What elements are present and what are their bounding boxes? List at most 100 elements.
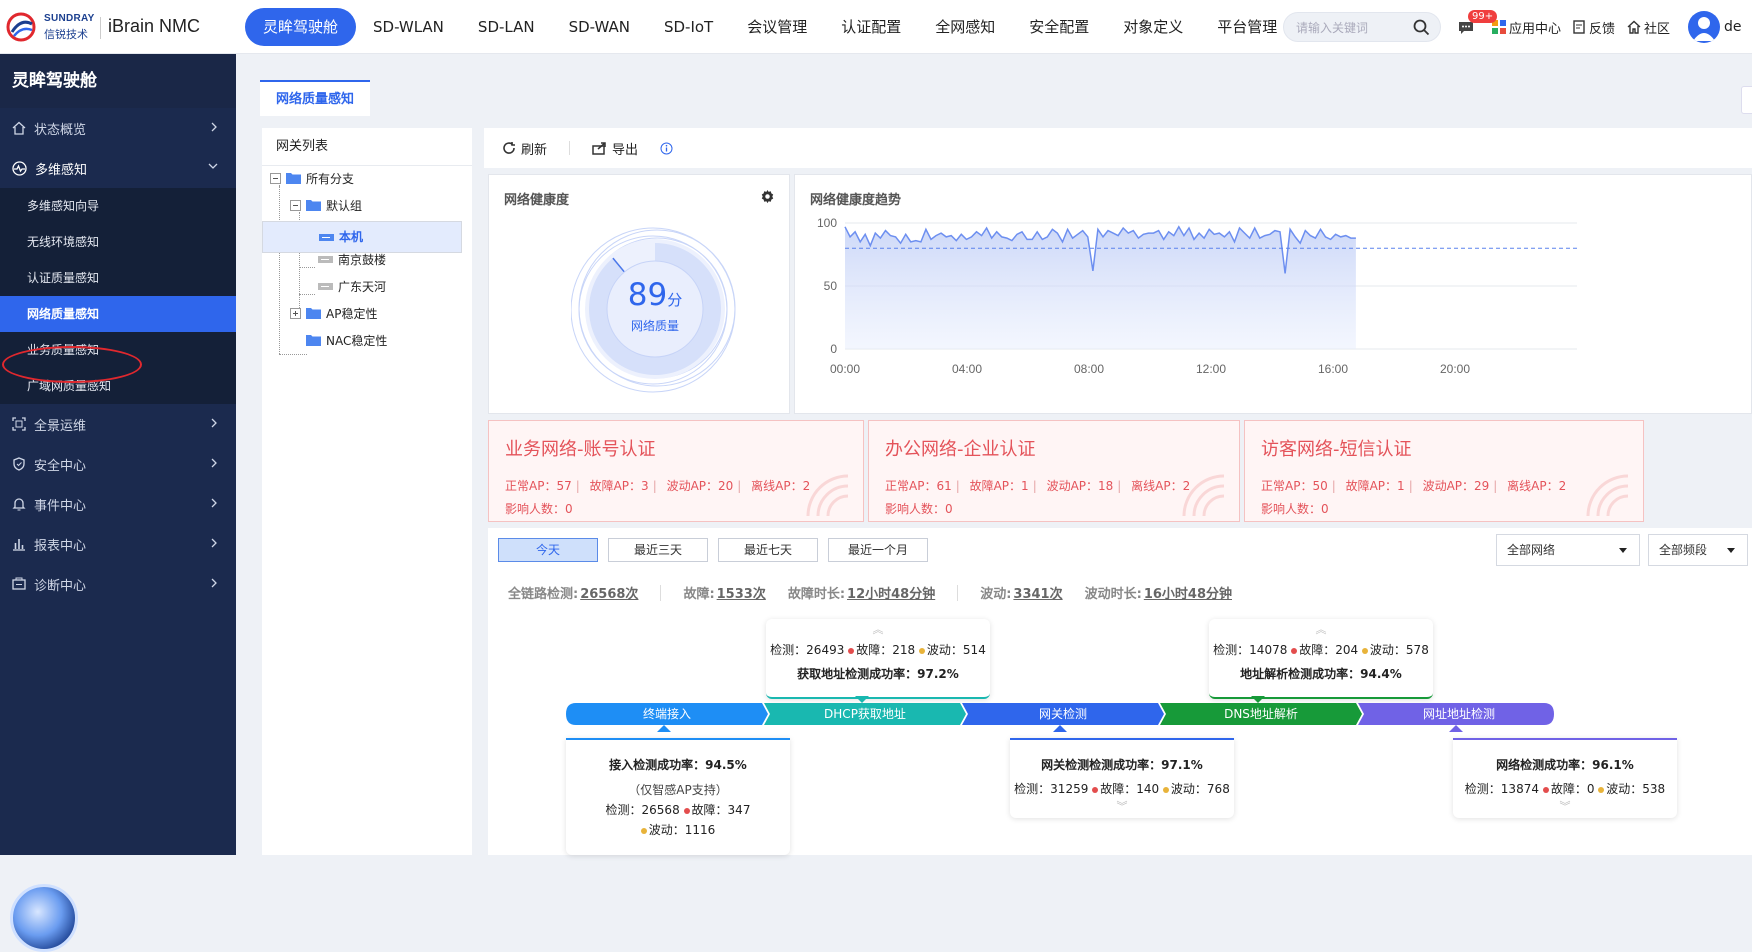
total-value[interactable]: 26568次	[580, 583, 638, 602]
range-month[interactable]: 最近一个月	[828, 538, 928, 562]
app-center-button[interactable]: 应用中心	[1492, 18, 1561, 37]
sidebar-item-perception[interactable]: 多维感知	[0, 148, 236, 188]
range-7days[interactable]: 最近七天	[718, 538, 818, 562]
network-card-guest[interactable]: 访客网络-短信认证 正常AP：50 | 故障AP：1 | 波动AP：29 | 离线AP…	[1244, 420, 1644, 522]
sidebar-item-diagnosis[interactable]: 诊断中心	[0, 564, 236, 604]
brand-separator	[100, 17, 101, 39]
nav-cockpit[interactable]: 灵眸驾驶舱	[245, 8, 357, 46]
tab-more-button[interactable]	[1741, 86, 1752, 114]
network-card-business[interactable]: 业务网络-账号认证 正常AP：57 | 故障AP：3 | 波动AP：20 | 离线AP…	[488, 420, 864, 522]
refresh-icon	[503, 142, 515, 154]
pipeline-pointer	[855, 696, 869, 703]
search-icon[interactable]	[1413, 19, 1430, 36]
access-fault: 故障：347	[691, 803, 751, 817]
access-detail[interactable]: 接入检测成功率：94.5% （仅智感AP支持） 检测：26568 故障：347 …	[566, 738, 790, 855]
sidebar-item-ops[interactable]: 全景运维	[0, 404, 236, 444]
community-button[interactable]: 社区	[1627, 18, 1670, 37]
nav-security-config[interactable]: 安全配置	[1012, 8, 1106, 46]
user-name[interactable]: de	[1724, 19, 1742, 35]
user-avatar[interactable]	[1688, 11, 1721, 43]
gateway-detail[interactable]: 网关检测检测成功率：97.1% 检测：31259 故障：140 波动：768 ︾	[1010, 738, 1234, 818]
fault-duration-value[interactable]: 12小时48分钟	[847, 583, 935, 602]
nav-sd-iot[interactable]: SD-IoT	[647, 8, 730, 46]
normal-ap: 正常AP：57	[505, 479, 572, 493]
range-3days[interactable]: 最近三天	[608, 538, 708, 562]
health-score-label: 网络质量	[630, 319, 679, 333]
feedback-button[interactable]: 反馈	[1573, 18, 1615, 37]
tree-node-all[interactable]: 所有分支	[270, 167, 354, 189]
tree-node-ap-stability[interactable]: AP稳定性	[290, 302, 377, 324]
network-card-office[interactable]: 办公网络-企业认证 正常AP：61 | 故障AP：1 | 波动AP：18 | 离线AP…	[868, 420, 1240, 522]
url-detail[interactable]: 网络检测成功率：96.1% 检测：13874 故障：0 波动：538 ︾	[1453, 738, 1677, 818]
gear-icon[interactable]	[760, 189, 775, 204]
dns-fluct: 波动：578	[1369, 643, 1429, 657]
sidebar-item-label: 多维感知	[35, 162, 88, 178]
dhcp-detail[interactable]: ︽ 检测：26493 故障：218 波动：514 获取地址检测成功率：97.2%	[766, 619, 990, 699]
offline-ap: 离线AP：2	[1507, 479, 1567, 493]
nav-object-define[interactable]: 对象定义	[1106, 8, 1200, 46]
band-select[interactable]: 全部频段	[1648, 534, 1748, 566]
refresh-button[interactable]: 刷新	[502, 139, 547, 158]
sidebar-sub-network-quality[interactable]: 网络质量感知	[0, 296, 236, 332]
collapse-toggle[interactable]	[290, 199, 301, 211]
detection-pipeline: 终端接入 DHCP获取地址 网关检测 DNS地址解析 网址地址检测	[566, 696, 1554, 732]
sidebar-item-security[interactable]: 安全中心	[0, 444, 236, 484]
tree-node-nanjing[interactable]: 南京鼓楼	[318, 248, 386, 270]
total-label: 全链路检测:	[508, 587, 579, 602]
sidebar-item-label: 状态概览	[34, 122, 87, 138]
tree-node-guangdong[interactable]: 广东天河	[318, 275, 386, 297]
x-tick-label: 16:00	[1318, 362, 1348, 376]
range-today[interactable]: 今天	[498, 538, 598, 562]
tree-node-default-group[interactable]: 默认组	[290, 194, 362, 216]
sidebar-item-events[interactable]: 事件中心	[0, 484, 236, 524]
chevron-down-icon: ︾	[1116, 800, 1128, 813]
pipeline-label: 网关检测	[1039, 706, 1087, 721]
info-icon[interactable]	[660, 142, 673, 155]
nav-platform[interactable]: 平台管理	[1200, 8, 1294, 46]
nav-sd-wan[interactable]: SD-WAN	[552, 8, 647, 46]
sidebar-sub-auth-quality[interactable]: 认证质量感知	[0, 260, 236, 296]
chevron-right-icon	[211, 418, 217, 428]
network-title: 访客网络-短信认证	[1261, 439, 1412, 460]
fault-value[interactable]: 1533次	[717, 583, 766, 602]
bell-icon	[12, 498, 26, 511]
toolbar: 刷新 导出	[484, 128, 1752, 168]
dns-detail[interactable]: ︽ 检测：14078 故障：204 波动：578 地址解析检测成功率：94.4%	[1209, 619, 1433, 699]
expand-toggle[interactable]	[290, 307, 301, 319]
export-button[interactable]: 导出	[592, 139, 638, 158]
tree-node-nac-stability[interactable]: NAC稳定性	[306, 329, 387, 351]
network-select[interactable]: 全部网络	[1496, 534, 1640, 566]
dashboard-panel: 刷新 导出 网络健康度 89分 网络质量 网络健康度趋势 00:00 04:00 0…	[484, 128, 1752, 855]
message-button[interactable]: 99+	[1458, 10, 1498, 37]
sidebar-sub-guide[interactable]: 多维感知向导	[0, 188, 236, 224]
network-select-value: 全部网络	[1507, 543, 1556, 557]
assistant-orb[interactable]	[10, 884, 78, 952]
fluct-ap: 波动AP：18	[1046, 479, 1114, 493]
sidebar-item-reports[interactable]: 报表中心	[0, 524, 236, 564]
message-badge: 99+	[1468, 10, 1498, 23]
dhcp-rate: 获取地址检测成功率：97.2%	[797, 667, 959, 681]
sidebar-item-status[interactable]: 状态概览	[0, 108, 236, 148]
health-card: 网络健康度 89分 网络质量	[488, 174, 790, 414]
toolbar-separator	[569, 141, 571, 155]
nav-sd-lan[interactable]: SD-LAN	[461, 8, 552, 46]
fluct-duration-value[interactable]: 16小时48分钟	[1144, 583, 1232, 602]
tree-node-label: 默认组	[326, 198, 363, 213]
search-input[interactable]	[1296, 18, 1406, 38]
tab-network-quality[interactable]: 网络质量感知	[260, 80, 371, 116]
nav-global-perception[interactable]: 全网感知	[918, 8, 1012, 46]
nav-sd-wlan[interactable]: SD-WLAN	[356, 8, 461, 46]
fluct-value[interactable]: 3341次	[1013, 583, 1062, 602]
sidebar-sub-wireless[interactable]: 无线环境感知	[0, 224, 236, 260]
health-title: 网络健康度	[504, 193, 570, 208]
gateway-tree-title: 网关列表	[262, 128, 472, 166]
pipeline-label: DHCP获取地址	[824, 707, 906, 721]
nav-auth-config[interactable]: 认证配置	[824, 8, 918, 46]
access-fluct-row: 波动：1116	[566, 821, 790, 838]
nav-meeting[interactable]: 会议管理	[730, 8, 824, 46]
health-score-unit: 分	[667, 291, 683, 309]
url-detect: 检测：13874	[1464, 782, 1539, 796]
collapse-toggle[interactable]	[270, 172, 281, 184]
access-counts: 检测：26568 故障：347	[566, 801, 790, 818]
top-right-tools: 99+ 应用中心 反馈 社区 de	[1458, 10, 1742, 43]
